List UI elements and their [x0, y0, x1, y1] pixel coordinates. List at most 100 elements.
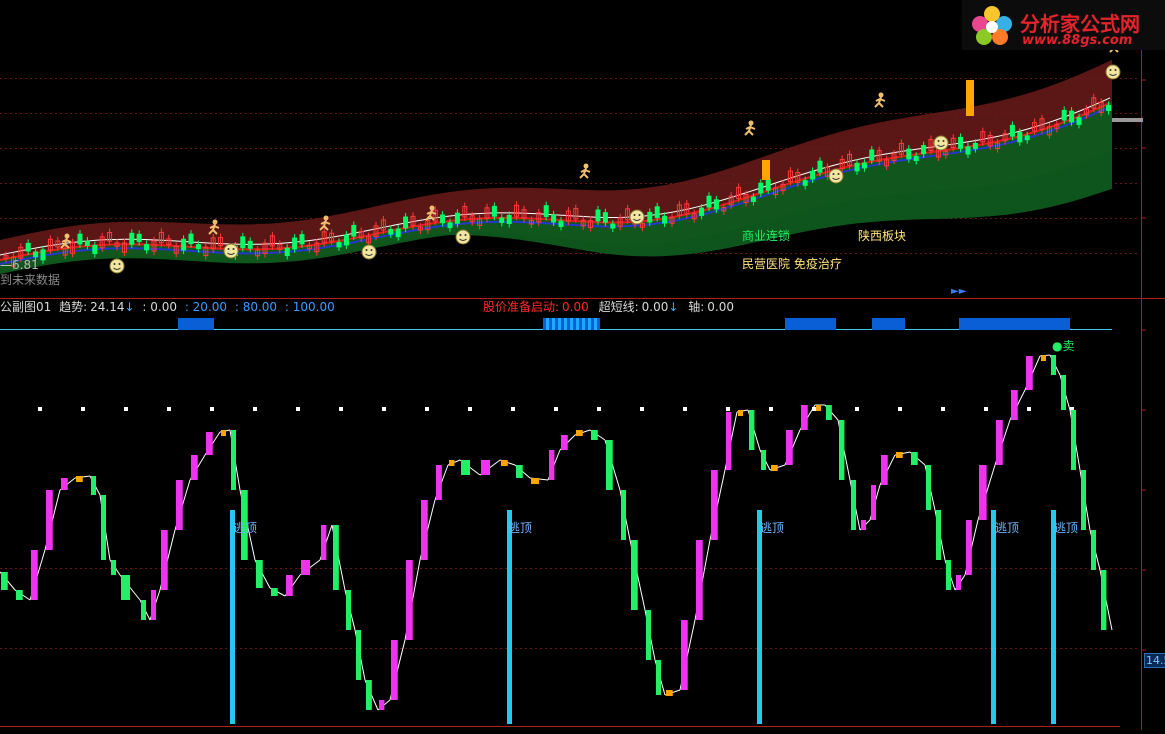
start-signal-bar: [549, 318, 552, 330]
oscillator-bar: [656, 660, 661, 695]
candle-body: [854, 162, 860, 172]
start-signal-bar: [818, 318, 821, 330]
oscillator-bar: [896, 452, 903, 458]
start-signal-bar: [573, 318, 576, 330]
oscillator-bar: [749, 410, 755, 450]
start-signal-bar: [785, 318, 788, 330]
candle-body: [647, 211, 653, 223]
candle-body: [965, 146, 971, 155]
smiley-icon: [109, 258, 125, 274]
start-signal-bar: [1010, 318, 1013, 330]
escape-top-bar: [991, 510, 996, 724]
level-dot: [769, 407, 773, 411]
oscillator-bar: [1051, 355, 1056, 375]
start-signal-bar: [821, 318, 824, 330]
start-signal-bar: [1043, 318, 1046, 330]
start-signal-bar: [187, 318, 190, 330]
start-signal-bar: [977, 318, 980, 330]
candle-body: [25, 242, 31, 252]
start-label: 股价准备启动:: [483, 300, 560, 314]
start-signal-bar: [582, 318, 585, 330]
candle-body: [454, 212, 460, 224]
start-signal-bar: [1040, 318, 1043, 330]
oscillator-bar: [786, 430, 793, 465]
candle-body: [188, 233, 194, 245]
candle-body: [403, 216, 409, 229]
signal-candle: [966, 80, 974, 116]
start-signal-bar: [998, 318, 1001, 330]
candle-body: [921, 145, 927, 155]
price-label: 6.81: [12, 258, 39, 272]
start-signal-bar: [576, 318, 579, 330]
oscillator-bar: [861, 520, 866, 530]
scroll-right-icon[interactable]: ►►: [951, 285, 966, 299]
start-signal-bar: [1061, 318, 1064, 330]
start-signal-bar: [989, 318, 992, 330]
oscillator-bar: [231, 430, 236, 490]
candle-body: [810, 170, 816, 180]
start-signal-bar: [881, 318, 884, 330]
level-dot: [683, 407, 687, 411]
oscillator-bar: [996, 420, 1003, 465]
candle-body: [247, 240, 253, 249]
oscillator-bar: [481, 460, 490, 475]
start-signal-bar: [1064, 318, 1067, 330]
level-dot: [898, 407, 902, 411]
level-dot: [425, 407, 429, 411]
candle-body: [610, 223, 616, 229]
oscillator-bar: [321, 525, 327, 560]
signal-candle: [762, 160, 770, 180]
level-0-value: : 0.00: [142, 300, 177, 314]
level-dot: [855, 407, 859, 411]
sector-commerce-chain[interactable]: 商业连锁: [742, 229, 790, 243]
start-signal-bar: [1052, 318, 1055, 330]
start-signal-bar: [878, 318, 881, 330]
escape-top-bar: [757, 510, 762, 724]
oscillator-bar: [221, 430, 226, 436]
oscillator-bar: [516, 465, 523, 478]
candle-body: [33, 251, 39, 258]
start-signal-bar: [1034, 318, 1037, 330]
oscillator-bar: [631, 540, 638, 610]
start-signal-bar: [1025, 318, 1028, 330]
ultrashort-down-arrow-icon: ↓: [668, 300, 679, 314]
start-signal-bar: [1001, 318, 1004, 330]
candle-body: [77, 233, 83, 245]
oscillator-bar: [286, 575, 293, 596]
candle-body: [1017, 131, 1023, 143]
oscillator-bar: [1091, 530, 1096, 570]
escape-top-label: 逃顶: [1054, 521, 1079, 535]
start-signal-bar: [570, 318, 573, 330]
start-signal-bar: [585, 318, 588, 330]
start-signal-bar: [968, 318, 971, 330]
level-20-value: : 20.00: [184, 300, 228, 314]
escape-top-bar: [507, 510, 512, 724]
indicator-name[interactable]: 公副图01: [0, 300, 51, 314]
candle-body: [758, 182, 764, 194]
oscillator-bar: [176, 480, 183, 530]
oscillator-bar: [16, 590, 23, 600]
start-signal-bar: [1037, 318, 1040, 330]
candle-body: [195, 244, 201, 250]
oscillator-bar: [421, 500, 428, 560]
oscillator-bar: [606, 440, 613, 490]
level-dot: [167, 407, 171, 411]
candle-body: [1069, 110, 1075, 123]
candle-body: [1009, 124, 1015, 137]
logo-url[interactable]: www.88gs.com: [1022, 33, 1132, 48]
candle-body: [713, 199, 719, 210]
candle-body: [506, 214, 512, 224]
oscillator-bar: [816, 405, 821, 411]
start-signal-bar: [555, 318, 558, 330]
candle-body: [499, 217, 505, 223]
level-dot: [984, 407, 988, 411]
oscillator-bar: [726, 412, 732, 470]
chart-canvas[interactable]: [0, 0, 1165, 730]
oscillator-bar: [1071, 410, 1076, 470]
candle-body: [181, 238, 187, 251]
sector-shaanxi[interactable]: 陕西板块: [858, 229, 906, 243]
sector-private-hospital[interactable]: 民营医院 免疫治疗: [742, 257, 842, 271]
start-signal-bar: [995, 318, 998, 330]
oscillator-bar: [31, 550, 38, 600]
candle-body: [861, 162, 867, 169]
